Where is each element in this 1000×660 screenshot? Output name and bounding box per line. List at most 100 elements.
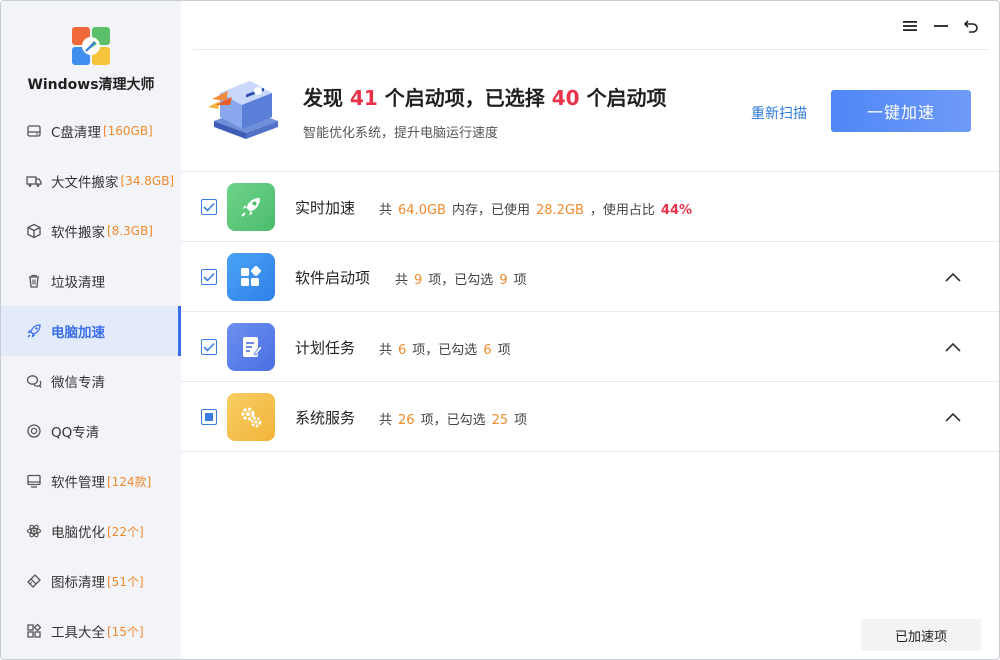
app-window: Windows清理大师 C盘清理 [160GB] 大文件搬家 [34.8GB] … bbox=[0, 0, 1000, 660]
monitor-icon bbox=[25, 472, 43, 490]
desc-text: 共 bbox=[379, 343, 393, 358]
disk-icon bbox=[25, 122, 43, 140]
desc-text: 共 bbox=[395, 273, 409, 288]
total-count: 6 bbox=[398, 343, 407, 358]
sidebar-item-pc-optimize[interactable]: 电脑优化 [22个] bbox=[1, 506, 181, 556]
row-checkbox[interactable] bbox=[201, 199, 217, 215]
app-title: Windows清理大师 bbox=[27, 77, 155, 93]
one-click-boost-button[interactable]: 一键加速 bbox=[831, 90, 971, 132]
sidebar-item-label: 大文件搬家 bbox=[51, 175, 119, 191]
checkmark-icon bbox=[203, 342, 215, 352]
row-title: 实时加速 bbox=[295, 199, 356, 217]
row-checkbox[interactable] bbox=[201, 269, 217, 285]
count-summary: 共 6 项，已勾选 6 项 bbox=[379, 339, 511, 358]
checkmark-icon bbox=[203, 202, 215, 212]
sidebar-item-label: 垃圾清理 bbox=[51, 275, 105, 291]
rescan-link[interactable]: 重新扫描 bbox=[751, 103, 807, 123]
sidebar-item-qq-clean[interactable]: QQ专清 bbox=[1, 406, 181, 456]
back-icon bbox=[963, 20, 978, 33]
sidebar: Windows清理大师 C盘清理 [160GB] 大文件搬家 [34.8GB] … bbox=[1, 1, 181, 659]
sidebar-item-label: 工具大全 bbox=[51, 625, 105, 641]
menu-button[interactable] bbox=[899, 15, 921, 37]
sidebar-item-icon-clean[interactable]: 图标清理 [51个] bbox=[1, 556, 181, 606]
sidebar-item-label: 微信专清 bbox=[51, 375, 105, 391]
brush-icon bbox=[25, 572, 43, 590]
sidebar-item-pc-speedup[interactable]: 电脑加速 bbox=[1, 306, 181, 356]
memory-used: 28.2GB bbox=[535, 203, 584, 218]
desc-text: 项 bbox=[497, 343, 511, 358]
desc-text: 项，已勾选 bbox=[412, 343, 478, 358]
headline-prefix: 发现 bbox=[303, 86, 343, 110]
titlebar-divider bbox=[193, 49, 989, 50]
list-item-scheduled-tasks: 计划任务 共 6 项，已勾选 6 项 bbox=[181, 312, 999, 382]
sidebar-item-count: [124款] bbox=[107, 474, 152, 489]
grid-icon bbox=[25, 622, 43, 640]
checked-count: 25 bbox=[491, 413, 509, 428]
gears-icon bbox=[227, 393, 275, 441]
total-count: 26 bbox=[398, 413, 415, 428]
row-title: 软件启动项 bbox=[295, 269, 371, 287]
desc-text: 项，已勾选 bbox=[420, 413, 486, 428]
row-title: 系统服务 bbox=[295, 409, 356, 427]
expand-toggle[interactable] bbox=[941, 266, 965, 288]
sidebar-item-count: [22个] bbox=[107, 524, 144, 539]
row-checkbox-partial[interactable] bbox=[201, 409, 217, 425]
desc-text: ，使用占比 bbox=[589, 203, 655, 218]
memory-total: 64.0GB bbox=[398, 203, 446, 218]
box-icon bbox=[25, 222, 43, 240]
chevron-up-icon bbox=[945, 412, 961, 422]
sidebar-item-wechat-clean[interactable]: 微信专清 bbox=[1, 356, 181, 406]
expand-toggle[interactable] bbox=[941, 406, 965, 428]
count-summary: 共 26 项，已勾选 25 项 bbox=[379, 409, 527, 428]
app-logo bbox=[72, 27, 110, 65]
checked-count: 9 bbox=[499, 273, 508, 288]
memory-summary: 共 64.0GB 内存，已使用 28.2GB ，使用占比 44% bbox=[379, 199, 692, 218]
found-count: 41 bbox=[349, 86, 378, 110]
desc-text: 项 bbox=[513, 273, 527, 288]
sidebar-item-software-move[interactable]: 软件搬家 [8.3GB] bbox=[1, 206, 181, 256]
menu-icon bbox=[903, 21, 917, 31]
sidebar-item-label: 软件搬家 bbox=[51, 225, 105, 241]
minimize-icon bbox=[934, 25, 948, 27]
row-title: 计划任务 bbox=[295, 339, 356, 357]
apps-icon bbox=[227, 253, 275, 301]
row-checkbox[interactable] bbox=[201, 339, 217, 355]
sidebar-item-label: C盘清理 bbox=[51, 125, 101, 141]
sidebar-item-label: 软件管理 bbox=[51, 475, 105, 491]
checkmark-icon bbox=[203, 272, 215, 282]
headline-mid: 个启动项，已选择 bbox=[384, 86, 545, 110]
sidebar-nav: C盘清理 [160GB] 大文件搬家 [34.8GB] 软件搬家 [8.3GB]… bbox=[1, 106, 181, 656]
sidebar-item-count: [160GB] bbox=[102, 124, 153, 138]
speedup-hero-illustration bbox=[208, 81, 278, 139]
sidebar-item-label: QQ专清 bbox=[51, 425, 100, 441]
count-summary: 共 9 项，已勾选 9 项 bbox=[395, 269, 527, 288]
chevron-up-icon bbox=[945, 272, 961, 282]
sidebar-item-tools[interactable]: 工具大全 [15个] bbox=[1, 606, 181, 656]
minimize-button[interactable] bbox=[930, 15, 952, 37]
sidebar-item-count: [15个] bbox=[107, 624, 144, 639]
sidebar-item-large-file-move[interactable]: 大文件搬家 [34.8GB] bbox=[1, 156, 181, 206]
total-count: 9 bbox=[414, 273, 423, 288]
chevron-up-icon bbox=[945, 342, 961, 352]
expand-toggle[interactable] bbox=[941, 336, 965, 358]
back-button[interactable] bbox=[960, 15, 982, 37]
atom-icon bbox=[25, 522, 43, 540]
accelerated-items-button[interactable]: 已加速项 bbox=[861, 619, 981, 651]
memory-usage-percent: 44% bbox=[660, 203, 693, 218]
sidebar-item-count: [51个] bbox=[107, 574, 144, 589]
checked-count: 6 bbox=[483, 343, 492, 358]
headline-suffix: 个启动项 bbox=[586, 86, 667, 110]
sidebar-item-count: [34.8GB] bbox=[120, 174, 175, 188]
sidebar-item-label: 图标清理 bbox=[51, 575, 105, 591]
sidebar-item-software-manage[interactable]: 软件管理 [124款] bbox=[1, 456, 181, 506]
list-item-startup-software: 软件启动项 共 9 项，已勾选 9 项 bbox=[181, 242, 999, 312]
sidebar-item-c-drive-clean[interactable]: C盘清理 [160GB] bbox=[1, 106, 181, 156]
trash-icon bbox=[25, 272, 43, 290]
desc-text: 共 bbox=[379, 203, 393, 218]
rocket-icon bbox=[227, 183, 275, 231]
qq-icon bbox=[25, 422, 43, 440]
selected-count: 40 bbox=[551, 86, 580, 110]
desc-text: 项，已勾选 bbox=[428, 273, 494, 288]
sidebar-item-junk-clean[interactable]: 垃圾清理 bbox=[1, 256, 181, 306]
rocket-icon bbox=[25, 322, 43, 340]
